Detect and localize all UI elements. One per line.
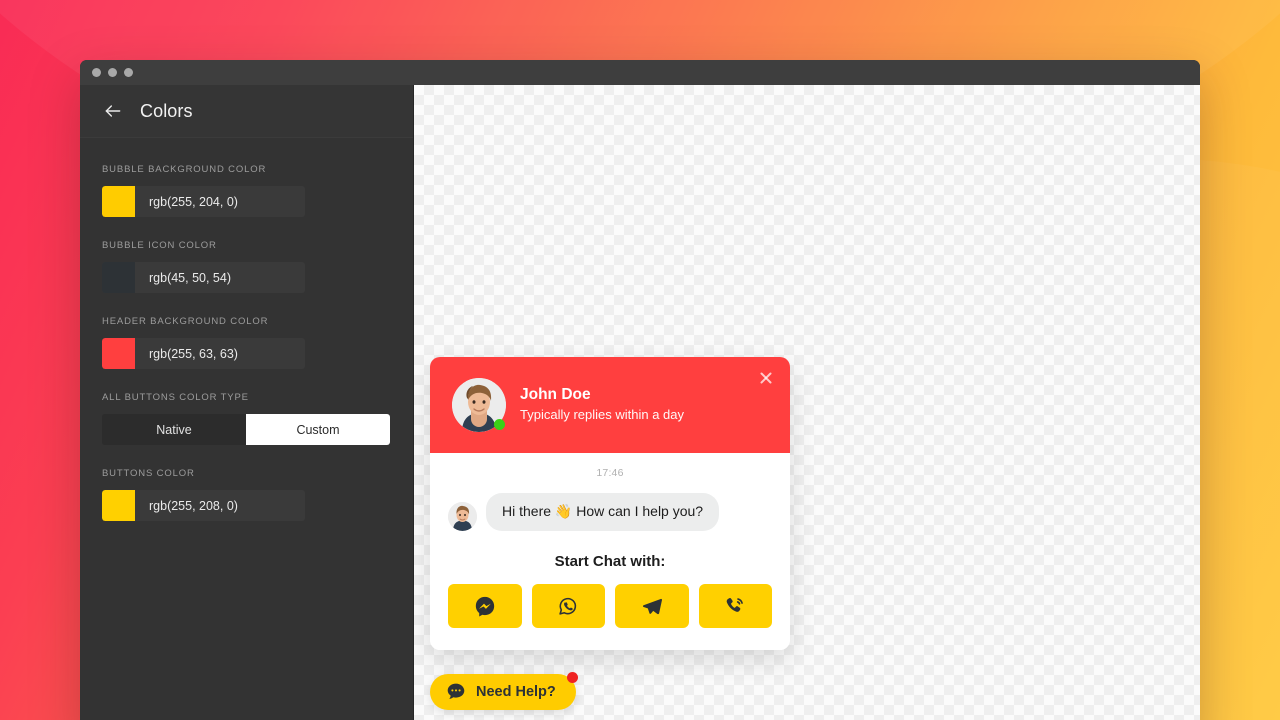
messenger-button[interactable] [448,583,522,628]
user-photo-avatar [448,501,477,531]
field-bubble-icon-color: BUBBLE ICON COLOR rgb(45, 50, 54) [102,240,391,293]
color-input-row[interactable]: rgb(45, 50, 54) [102,262,305,293]
chat-widget-body: 17:46 Hi there 👋 How can I help you? Sta… [430,453,790,650]
preview-canvas: John Doe Typically replies within a day … [414,85,1200,720]
color-input-row[interactable]: rgb(255, 208, 0) [102,490,305,521]
chat-widget: John Doe Typically replies within a day … [430,357,790,650]
color-value-text: rgb(255, 204, 0) [149,194,238,209]
color-input-row[interactable]: rgb(255, 204, 0) [102,186,305,217]
page-title: Colors [140,100,193,121]
messenger-icon [474,595,496,617]
app-window: Colors BUBBLE BACKGROUND COLOR rgb(255, … [80,60,1200,720]
field-header-background-color: HEADER BACKGROUND COLOR rgb(255, 63, 63) [102,316,391,369]
color-value-text: rgb(255, 63, 63) [149,346,238,361]
field-bubble-background-color: BUBBLE BACKGROUND COLOR rgb(255, 204, 0) [102,164,391,217]
field-label: BUBBLE ICON COLOR [102,240,217,251]
message-row: Hi there 👋 How can I help you? [448,493,772,531]
telegram-button[interactable] [615,583,689,628]
message-timestamp: 17:46 [596,467,624,479]
need-help-launcher-button[interactable]: Need Help? [430,672,578,710]
arrow-left-icon[interactable] [102,100,124,122]
color-input-row[interactable]: rgb(255, 63, 63) [102,338,305,369]
color-swatch[interactable] [102,186,135,217]
settings-sidebar: Colors BUBBLE BACKGROUND COLOR rgb(255, … [80,85,414,720]
field-label: HEADER BACKGROUND COLOR [102,316,269,327]
window-body: Colors BUBBLE BACKGROUND COLOR rgb(255, … [80,85,1200,720]
agent-subtitle: Typically replies within a day [520,407,685,423]
avatar [452,378,506,432]
field-label: BUTTONS COLOR [102,468,195,479]
field-label: ALL BUTTONS COLOR TYPE [102,392,249,403]
need-help-label: Need Help? [476,684,556,700]
start-chat-title: Start Chat with: [554,552,666,570]
message-bubble: Hi there 👋 How can I help you? [486,493,720,531]
window-titlebar [80,60,1200,85]
chat-widget-header: John Doe Typically replies within a day [430,357,790,453]
viber-icon [724,595,746,617]
color-swatch[interactable] [102,490,135,521]
field-all-buttons-color-type: ALL BUTTONS COLOR TYPE Native Custom [102,392,391,445]
chat-bubble-dots-icon [446,682,466,702]
window-close-dot[interactable] [92,68,101,77]
segment-native[interactable]: Native [102,414,246,445]
telegram-icon [641,595,663,617]
window-minimize-dot[interactable] [108,68,117,77]
color-value-text: rgb(45, 50, 54) [149,270,231,285]
chat-widget-identity: John Doe Typically replies within a day [520,385,684,424]
close-icon[interactable] [758,370,774,386]
whatsapp-button[interactable] [531,583,605,628]
agent-name: John Doe [520,386,591,404]
color-swatch[interactable] [102,262,135,293]
segmented-control: Native Custom [102,414,390,445]
start-chat-buttons [448,583,772,628]
segment-custom[interactable]: Custom [246,414,390,445]
field-label: BUBBLE BACKGROUND COLOR [102,164,267,175]
window-maximize-dot[interactable] [124,68,133,77]
sidebar-header: Colors [80,85,413,138]
notification-dot [566,672,578,683]
sidebar-content: BUBBLE BACKGROUND COLOR rgb(255, 204, 0)… [80,138,413,720]
whatsapp-icon [557,595,579,617]
online-status-dot [494,419,505,430]
color-value-text: rgb(255, 208, 0) [149,498,238,513]
field-buttons-color: BUTTONS COLOR rgb(255, 208, 0) [102,468,391,521]
viber-button[interactable] [698,583,772,628]
color-swatch[interactable] [102,338,135,369]
